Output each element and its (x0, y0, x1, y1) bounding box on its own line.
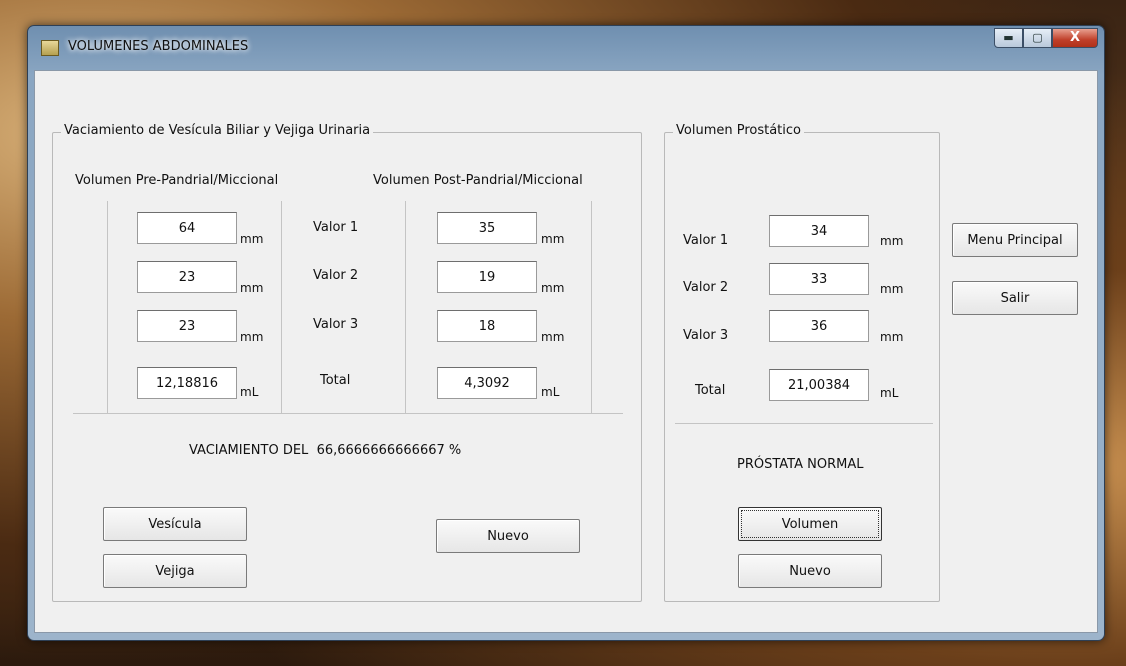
prost-total-input[interactable] (769, 369, 869, 401)
vaciamiento-result: VACIAMIENTO DEL 66,6666666666667 % (189, 443, 461, 458)
post-header: Volumen Post-Pandrial/Miccional (373, 173, 583, 188)
post-valor2-unit: mm (541, 281, 565, 295)
vaciamiento-group: Vaciamiento de Vesícula Biliar y Vejiga … (52, 123, 642, 602)
maximize-button[interactable]: ▢ (1023, 28, 1052, 48)
pre-valor2-unit: mm (240, 281, 264, 295)
result-prefix: VACIAMIENTO DEL (189, 443, 309, 458)
salir-button[interactable]: Salir (952, 281, 1078, 315)
prost-valor3-input[interactable] (769, 310, 869, 342)
prost-valor2-unit: mm (880, 282, 904, 296)
close-button[interactable]: X (1052, 28, 1098, 48)
vejiga-button[interactable]: Vejiga (103, 554, 247, 588)
post-valor1-input[interactable] (437, 212, 537, 244)
prost-valor2-input[interactable] (769, 263, 869, 295)
minimize-button[interactable]: ▬ (994, 28, 1023, 48)
post-total-unit: mL (541, 385, 560, 399)
nuevo-right-button[interactable]: Nuevo (738, 554, 882, 588)
vesicula-button[interactable]: Vesícula (103, 507, 247, 541)
row-label-valor1: Valor 1 (313, 220, 359, 235)
prostatico-group: Volumen Prostático Valor 1 Valor 2 Valor… (664, 123, 940, 602)
prostata-result: PRÓSTATA NORMAL (737, 457, 864, 472)
prost-valor3-unit: mm (880, 330, 904, 344)
nuevo-left-button[interactable]: Nuevo (436, 519, 580, 553)
window-title: VOLUMENES ABDOMINALES (68, 39, 249, 54)
menu-principal-button[interactable]: Menu Principal (952, 223, 1078, 257)
post-valor1-unit: mm (541, 232, 565, 246)
pre-valor2-input[interactable] (137, 261, 237, 293)
pre-valor1-unit: mm (240, 232, 264, 246)
post-valor2-input[interactable] (437, 261, 537, 293)
post-valor3-unit: mm (541, 330, 565, 344)
pre-valor3-input[interactable] (137, 310, 237, 342)
title-bar[interactable]: VOLUMENES ABDOMINALES ▬ ▢ X (28, 26, 1104, 70)
prost-label-valor3: Valor 3 (683, 328, 729, 343)
app-icon (41, 40, 59, 56)
pre-header: Volumen Pre-Pandrial/Miccional (75, 173, 279, 188)
app-window: VOLUMENES ABDOMINALES ▬ ▢ X Vaciamiento … (27, 25, 1105, 641)
result-value: 66,6666666666667 % (316, 443, 462, 458)
prost-total-unit: mL (880, 386, 899, 400)
prost-valor1-unit: mm (880, 234, 904, 248)
prost-label-valor1: Valor 1 (683, 233, 729, 248)
pre-valor3-unit: mm (240, 330, 264, 344)
pre-total-unit: mL (240, 385, 259, 399)
pre-valor1-input[interactable] (137, 212, 237, 244)
pre-total-input[interactable] (137, 367, 237, 399)
prost-valor1-input[interactable] (769, 215, 869, 247)
vaciamiento-group-title: Vaciamiento de Vesícula Biliar y Vejiga … (61, 123, 374, 138)
prost-label-total: Total (695, 383, 726, 398)
post-total-input[interactable] (437, 367, 537, 399)
prostatico-group-title: Volumen Prostático (673, 123, 804, 138)
row-label-total: Total (320, 373, 351, 388)
row-label-valor2: Valor 2 (313, 268, 359, 283)
prost-label-valor2: Valor 2 (683, 280, 729, 295)
window-controls: ▬ ▢ X (994, 28, 1098, 48)
post-valor3-input[interactable] (437, 310, 537, 342)
row-label-valor3: Valor 3 (313, 317, 359, 332)
client-area: Vaciamiento de Vesícula Biliar y Vejiga … (34, 70, 1098, 633)
volumen-button[interactable]: Volumen (738, 507, 882, 541)
